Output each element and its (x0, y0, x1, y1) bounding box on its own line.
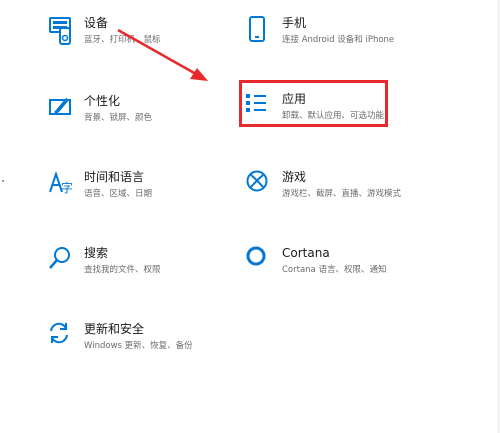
edge-mark (2, 180, 4, 182)
annotation-arrow (117, 28, 208, 81)
